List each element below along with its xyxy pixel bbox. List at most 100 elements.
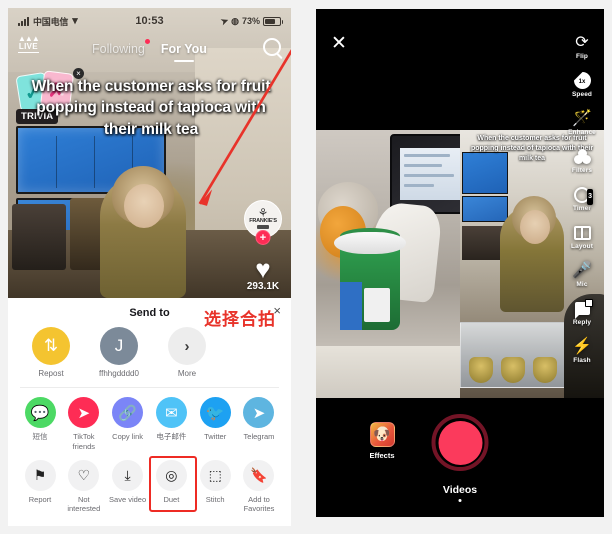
send-item-label: More — [177, 369, 197, 378]
action-label: Stitch — [205, 494, 225, 504]
tool-label: Flash — [573, 357, 591, 364]
send-item-repost[interactable]: ⇅ Repost — [28, 327, 74, 378]
effects-icon — [369, 422, 395, 447]
tool-label: Layout — [571, 243, 593, 250]
twitter-icon: 🐦 — [199, 397, 231, 429]
notification-dot — [144, 39, 150, 44]
tool-layout[interactable]: Layout — [562, 223, 602, 250]
tab-following-label: Following — [92, 42, 145, 56]
stitch-icon: ⬚ — [199, 459, 231, 491]
tool-label: Mic — [576, 281, 588, 288]
action-report[interactable]: ⚑ Report — [20, 459, 60, 514]
share-target-sms[interactable]: 💬 短信 — [20, 397, 60, 451]
timer-value: 3 — [587, 188, 593, 205]
share-target-label: Twitter — [204, 432, 227, 442]
reply-icon — [562, 299, 602, 319]
share-target-label: Copy link — [112, 432, 144, 442]
action-label: Add to Favorites — [243, 494, 275, 514]
tab-for-you[interactable]: For You — [161, 42, 207, 56]
tiktok-friends-icon: ➤ — [68, 397, 100, 429]
flip-camera-icon: ⟳ — [575, 33, 589, 51]
bookmark-icon: 🔖 — [243, 459, 275, 491]
tool-enhance[interactable]: 🪄 Enhance — [562, 109, 602, 136]
original-menu-board-2 — [462, 196, 508, 222]
live-label: LIVE — [18, 42, 39, 53]
duet-icon: ◎ — [155, 459, 187, 491]
download-icon: ⤓ — [112, 459, 144, 491]
action-not-interested[interactable]: ♡ Not interested — [64, 459, 104, 514]
share-target-copy-link[interactable]: 🔗 Copy link — [108, 397, 148, 451]
tool-speed[interactable]: 1x Speed — [562, 71, 602, 98]
follow-button[interactable]: + — [255, 230, 271, 245]
effects-button[interactable]: Effects — [357, 422, 407, 460]
action-add-to-favorites[interactable]: 🔖 Add to Favorites — [239, 459, 279, 514]
share-target-label: Telegram — [243, 432, 275, 442]
tool-reply[interactable]: Reply — [562, 299, 602, 326]
telegram-icon: ➤ — [243, 397, 275, 429]
video-machine — [12, 204, 66, 270]
camera-preview-pane[interactable] — [316, 130, 460, 398]
share-target-telegram[interactable]: ➤ Telegram — [239, 397, 279, 451]
tool-label: Filters — [571, 167, 593, 174]
chevron-right-icon: › — [168, 327, 206, 365]
search-icon[interactable] — [263, 38, 281, 56]
share-target-twitter[interactable]: 🐦 Twitter — [195, 397, 235, 451]
live-button[interactable]: ▲▲▲ LIVE — [18, 35, 40, 53]
tool-label: Reply — [572, 319, 592, 326]
share-target-label: TikTok friends — [72, 432, 96, 451]
share-target-label: 电子邮件 — [156, 432, 187, 442]
share-target-email[interactable]: ✉ 电子邮件 — [151, 397, 191, 451]
send-item-more[interactable]: › More — [164, 327, 210, 378]
tool-label: Flip — [576, 53, 588, 60]
timer-icon: 3 — [562, 185, 602, 205]
camera-bottom-bar: Effects Videos — [316, 398, 604, 517]
tool-filters[interactable]: Filters — [562, 147, 602, 174]
avatar-name: FRANKIE'S — [249, 218, 277, 224]
tab-following[interactable]: Following — [92, 39, 150, 56]
tool-flash[interactable]: ⚡ Flash — [562, 337, 602, 364]
avatar-bar — [257, 225, 269, 229]
avatar[interactable]: ⚘ FRANKIE'S + — [244, 200, 282, 245]
action-label: Report — [28, 494, 52, 504]
preview-desk — [316, 346, 460, 398]
share-target-tiktok-friends[interactable]: ➤ TikTok friends — [64, 397, 104, 451]
preview-monitor-screen — [400, 148, 460, 200]
feed-top-nav: ▲▲▲ LIVE Following For You — [8, 34, 291, 64]
sms-icon: 💬 — [24, 397, 56, 429]
user-avatar-icon: J — [100, 327, 138, 365]
action-duet[interactable]: ◎ Duet — [149, 455, 198, 514]
action-stitch[interactable]: ⬚ Stitch — [195, 459, 235, 514]
tool-label: Speed — [571, 91, 592, 98]
video-caption: When the customer asks for fruit popping… — [31, 78, 271, 138]
share-target-label: 短信 — [32, 432, 48, 442]
camera-tools-rail: ⟳ Flip 1x Speed 🪄 Enhance Filters 3 Time… — [562, 33, 602, 364]
preview-monitor — [390, 134, 460, 214]
flash-off-icon: ⚡ — [572, 337, 592, 355]
preview-cup-label-white — [364, 288, 390, 322]
tool-flip[interactable]: ⟳ Flip — [562, 33, 602, 60]
tool-mic[interactable]: 🎤 Mic — [562, 261, 602, 288]
action-label: Duet — [163, 494, 180, 504]
left-phone-screen: 中国电信 ▾ 10:53 ➤ ◍ 73% ▲▲▲ LIVE Following — [8, 8, 291, 526]
broken-heart-icon: ♡ — [68, 459, 100, 491]
capture-mode-label[interactable]: Videos — [316, 484, 604, 496]
share-targets-row: 💬 短信 ➤ TikTok friends 🔗 Copy link ✉ 电子邮件… — [8, 388, 291, 451]
preview-cup-lid — [334, 232, 406, 254]
record-button[interactable] — [431, 414, 489, 471]
heart-icon[interactable]: ♥ — [241, 256, 285, 282]
tool-label: Timer — [572, 205, 592, 212]
duet-stage: When the customer asks for fruit popping… — [316, 130, 604, 398]
send-item-user[interactable]: J ffhhgdddd0 — [96, 327, 142, 378]
repost-icon: ⇅ — [32, 327, 70, 365]
close-icon[interactable]: ✕ — [330, 34, 348, 53]
tool-timer[interactable]: 3 Timer — [562, 185, 602, 212]
filters-icon — [562, 147, 602, 166]
avatar-glyph-icon: ⚘ — [257, 206, 269, 220]
action-save-video[interactable]: ⤓ Save video — [108, 459, 148, 514]
layout-icon — [562, 223, 602, 242]
original-person-face — [520, 210, 550, 244]
mic-muted-icon: 🎤 — [572, 261, 592, 279]
share-sheet: Send to × ⇅ Repost J ffhhgdddd0 › More 💬… — [8, 298, 291, 526]
video-person-face — [124, 184, 164, 228]
email-icon: ✉ — [155, 397, 187, 429]
